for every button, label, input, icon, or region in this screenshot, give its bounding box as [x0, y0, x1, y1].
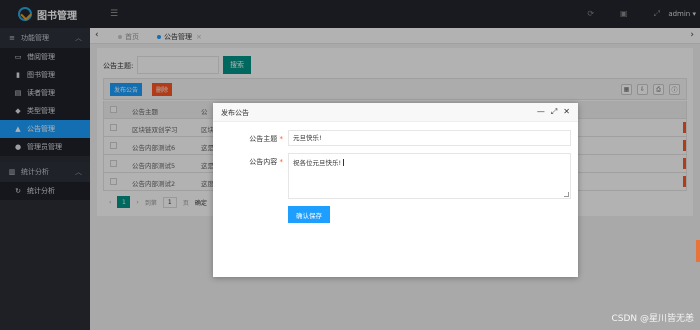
resize-grip-icon[interactable] [564, 192, 569, 197]
subject-input[interactable]: 元旦快乐! [288, 130, 571, 146]
dialog-title: 发布公告 [221, 109, 249, 117]
content-label-text: 公告内容 [249, 158, 278, 166]
confirm-save-button[interactable]: 确认保存 [288, 206, 330, 223]
publish-notice-dialog: 发布公告 — ⤢ ✕ 公告主题 * 元旦快乐! 公告内容 * 祝各位元旦快乐! … [213, 103, 578, 277]
content-text: 祝各位元旦快乐! [293, 159, 342, 167]
maximize-icon[interactable]: ⤢ [551, 107, 557, 117]
minimize-icon[interactable]: — [537, 107, 545, 117]
text-cursor [343, 159, 345, 166]
watermark: CSDN @星川皆无恙 [611, 314, 694, 324]
required-mark: * [279, 158, 284, 166]
subject-label: 公告主题 * [223, 134, 283, 144]
dialog-header[interactable]: 发布公告 — ⤢ ✕ [213, 103, 578, 122]
close-icon[interactable]: ✕ [563, 107, 570, 117]
required-mark: * [279, 135, 284, 143]
subject-label-text: 公告主题 [249, 135, 278, 143]
side-handle[interactable] [696, 240, 700, 262]
dialog-controls: — ⤢ ✕ [537, 107, 570, 117]
content-label: 公告内容 * [223, 157, 283, 167]
content-textarea[interactable]: 祝各位元旦快乐! [288, 153, 571, 199]
